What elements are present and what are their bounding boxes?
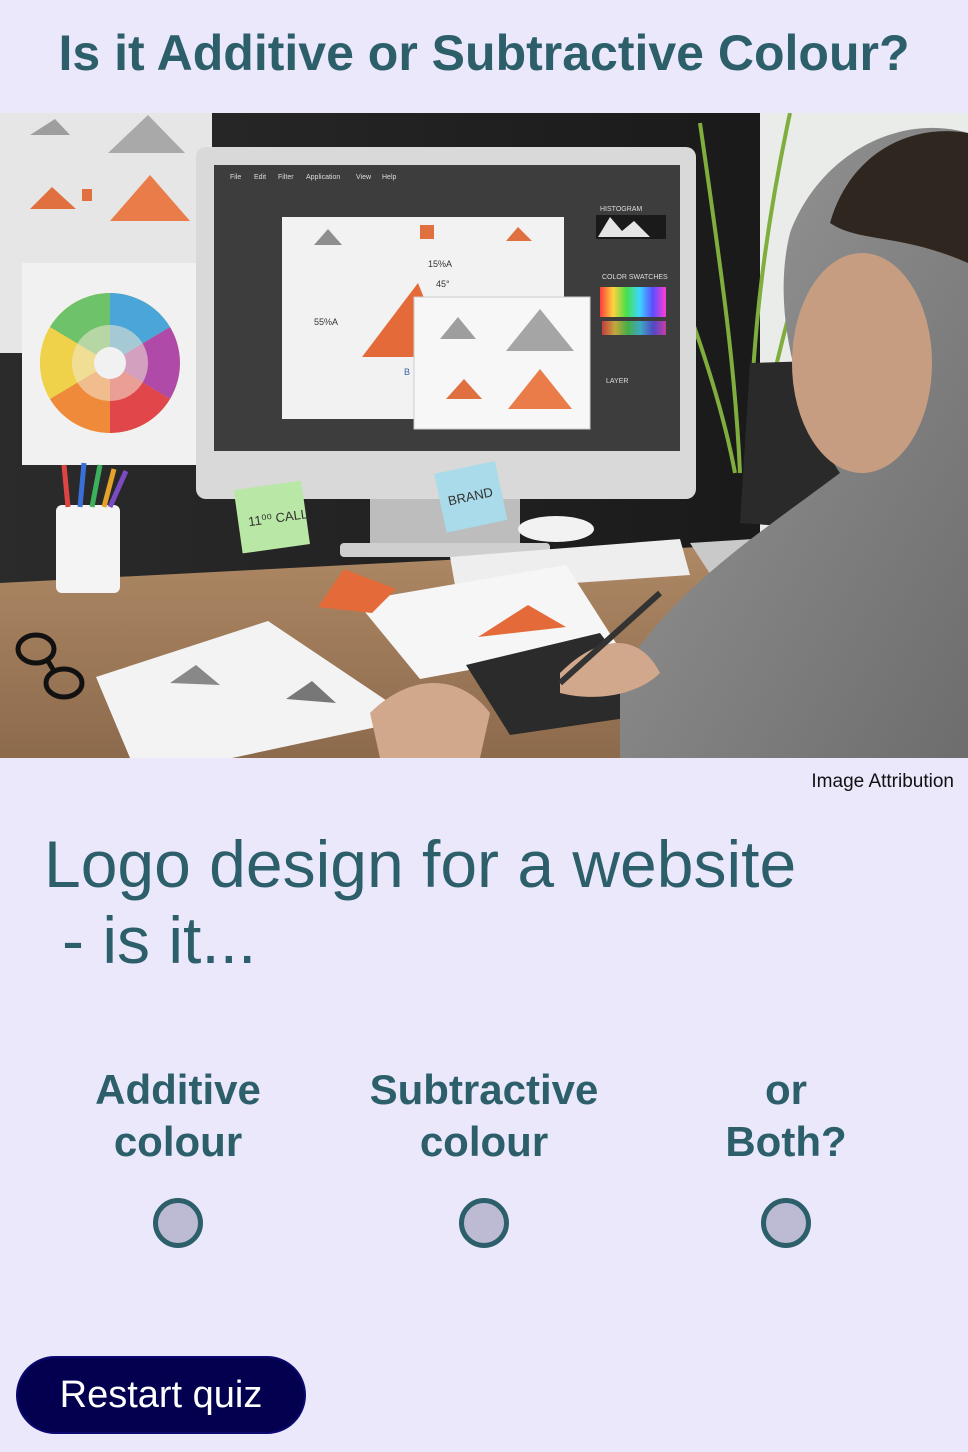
option-subtractive-label: Subtractive colour xyxy=(334,1064,634,1168)
restart-quiz-button[interactable]: Restart quiz xyxy=(16,1356,306,1434)
option-subtractive[interactable]: Subtractive colour xyxy=(334,1064,634,1248)
histogram-label: HISTOGRAM xyxy=(600,206,642,213)
swatches-label: COLOR SWATCHES xyxy=(602,274,668,281)
radio-subtractive[interactable] xyxy=(459,1198,509,1248)
image-attribution-link[interactable]: Image Attribution xyxy=(811,770,954,794)
menu-view: View xyxy=(356,174,372,181)
menu-edit: Edit xyxy=(254,174,266,181)
option-both[interactable]: or Both? xyxy=(636,1064,936,1248)
option-both-line-2: Both? xyxy=(725,1118,847,1165)
artboard-label-bottom: B xyxy=(404,367,410,377)
menu-file: File xyxy=(230,174,241,181)
menu-application: Application xyxy=(306,174,340,181)
option-both-line-1: or xyxy=(765,1066,807,1113)
artboard-label-left: 55%A xyxy=(314,317,338,327)
question-line-2: - is it... xyxy=(62,903,257,977)
designer-workspace-image: File Edit Filter Application View Help H… xyxy=(0,113,968,758)
question-text: Logo design for a website - is it... xyxy=(44,826,904,978)
option-additive-label: Additive colour xyxy=(28,1064,328,1168)
artboard-label-angle: 45° xyxy=(436,279,450,289)
option-additive[interactable]: Additive colour xyxy=(28,1064,328,1248)
option-additive-line-1: Additive xyxy=(95,1066,261,1113)
artboard-label-top: 15%A xyxy=(428,259,452,269)
question-line-1: Logo design for a website xyxy=(44,827,797,901)
radio-additive[interactable] xyxy=(153,1198,203,1248)
option-subtractive-line-1: Subtractive xyxy=(369,1066,599,1113)
option-subtractive-line-2: colour xyxy=(419,1118,549,1165)
option-additive-line-2: colour xyxy=(113,1118,243,1165)
layer-label: LAYER xyxy=(606,378,628,385)
page-title: Is it Additive or Subtractive Colour? xyxy=(58,25,910,81)
menu-filter: Filter xyxy=(278,174,294,181)
option-both-label: or Both? xyxy=(636,1064,936,1168)
radio-both[interactable] xyxy=(761,1198,811,1248)
menu-help: Help xyxy=(382,174,397,181)
